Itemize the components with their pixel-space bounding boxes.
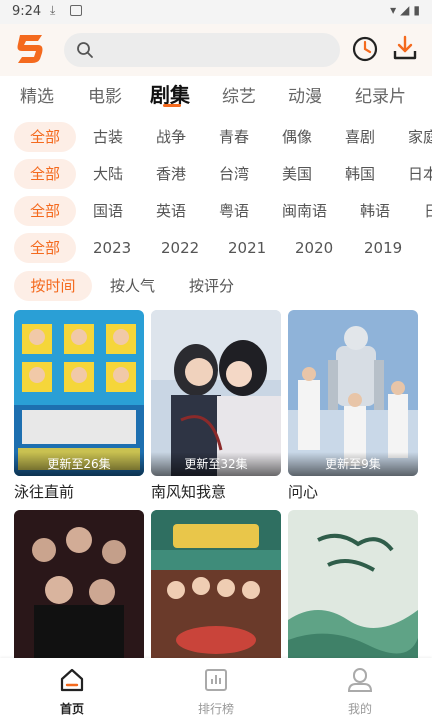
year-chip[interactable]: 2022 [161,233,199,263]
home-icon [60,668,84,692]
status-bar: 9:24 ⤓ ▾◢▮ [0,0,432,24]
series-card[interactable]: 更新至32集 南风知我意 [151,310,281,502]
sort-by-popularity-chip[interactable]: 按人气 [110,271,155,301]
region-chip[interactable]: 台湾 [219,159,249,189]
series-poster [288,510,418,676]
region-chip[interactable]: 美国 [282,159,312,189]
genre-chip[interactable]: 战争 [156,122,186,152]
sort-row: 按时间 按人气 按评分 [0,271,432,303]
series-poster [14,510,144,676]
series-card[interactable] [151,510,281,681]
category-tabs: 精选 电影 剧集 综艺 动漫 纪录片 [0,76,432,118]
language-all-chip[interactable]: 全部 [14,196,76,226]
language-filter-row: 全部 国语 英语 粤语 闽南语 韩语 日语 [0,196,432,228]
series-card[interactable]: 更新至9集 问心 [288,310,418,502]
year-all-chip[interactable]: 全部 [14,233,76,263]
year-chip[interactable]: 2019 [364,233,402,263]
active-tab-indicator [163,104,181,107]
region-filter-row: 全部 大陆 香港 台湾 美国 韩国 日本 [0,159,432,191]
nav-ranking[interactable]: 排行榜 [180,666,252,717]
image-status-icon [70,5,82,16]
nav-profile-label: 我的 [347,702,372,716]
genre-chip[interactable]: 古装 [93,122,123,152]
genre-chip[interactable]: 喜剧 [345,122,375,152]
year-chip[interactable]: 2020 [295,233,333,263]
top-bar [0,24,432,76]
tab-featured[interactable]: 精选 [20,82,54,107]
episode-badge: 更新至9集 [288,452,418,476]
language-chip[interactable]: 日语 [424,196,432,226]
series-title: 泳往直前 [14,483,75,501]
series-title: 南风知我意 [151,483,227,501]
series-poster [151,510,281,676]
nav-home-label: 首页 [59,702,84,716]
language-chip[interactable]: 粤语 [219,196,249,226]
series-poster: 更新至32集 [151,310,281,476]
series-card[interactable] [14,510,144,681]
download-status-icon: ⤓ [50,3,56,17]
nav-ranking-label: 排行榜 [197,702,234,716]
series-poster: 更新至26集 [14,310,144,476]
nav-home[interactable]: 首页 [36,666,108,717]
episode-badge: 更新至32集 [151,452,281,476]
region-chip[interactable]: 大陆 [93,159,123,189]
genre-filter-row: 全部 古装 战争 青春 偶像 喜剧 家庭 [0,122,432,154]
genre-chip[interactable]: 家庭 [408,122,432,152]
ranking-icon [205,669,227,691]
profile-icon [347,668,373,692]
app-logo-icon [17,35,43,63]
status-time: 9:24 [12,4,42,19]
series-title: 问心 [288,483,319,501]
tab-movies[interactable]: 电影 [88,82,122,107]
year-filter-row: 全部 2023 2022 2021 2020 2019 [0,233,432,265]
sort-by-rating-chip[interactable]: 按评分 [189,271,234,301]
year-chip[interactable]: 2021 [228,233,266,263]
series-poster: 更新至9集 [288,310,418,476]
search-icon [77,42,93,58]
bottom-navigation: 首页 排行榜 我的 [0,658,432,720]
tab-variety[interactable]: 综艺 [222,82,256,107]
language-chip[interactable]: 韩语 [360,196,390,226]
year-chip[interactable]: 2023 [93,233,131,263]
episode-badge: 更新至26集 [14,452,144,476]
language-chip[interactable]: 闽南语 [282,196,327,226]
sort-by-time-chip[interactable]: 按时间 [14,271,92,301]
system-status-icons: ▾◢▮ [390,3,424,17]
history-icon[interactable] [352,36,378,62]
tab-anime[interactable]: 动漫 [288,82,322,107]
nav-profile[interactable]: 我的 [324,666,396,717]
language-chip[interactable]: 国语 [93,196,123,226]
search-input[interactable] [64,33,340,67]
genre-chip[interactable]: 青春 [219,122,249,152]
download-icon[interactable] [392,34,418,62]
region-all-chip[interactable]: 全部 [14,159,76,189]
region-chip[interactable]: 日本 [408,159,432,189]
series-card[interactable]: 更新至26集 泳往直前 [14,310,144,502]
region-chip[interactable]: 香港 [156,159,186,189]
tab-documentary[interactable]: 纪录片 [355,82,406,107]
genre-chip[interactable]: 偶像 [282,122,312,152]
language-chip[interactable]: 英语 [156,196,186,226]
region-chip[interactable]: 韩国 [345,159,375,189]
series-card[interactable] [288,510,418,681]
genre-all-chip[interactable]: 全部 [14,122,76,152]
